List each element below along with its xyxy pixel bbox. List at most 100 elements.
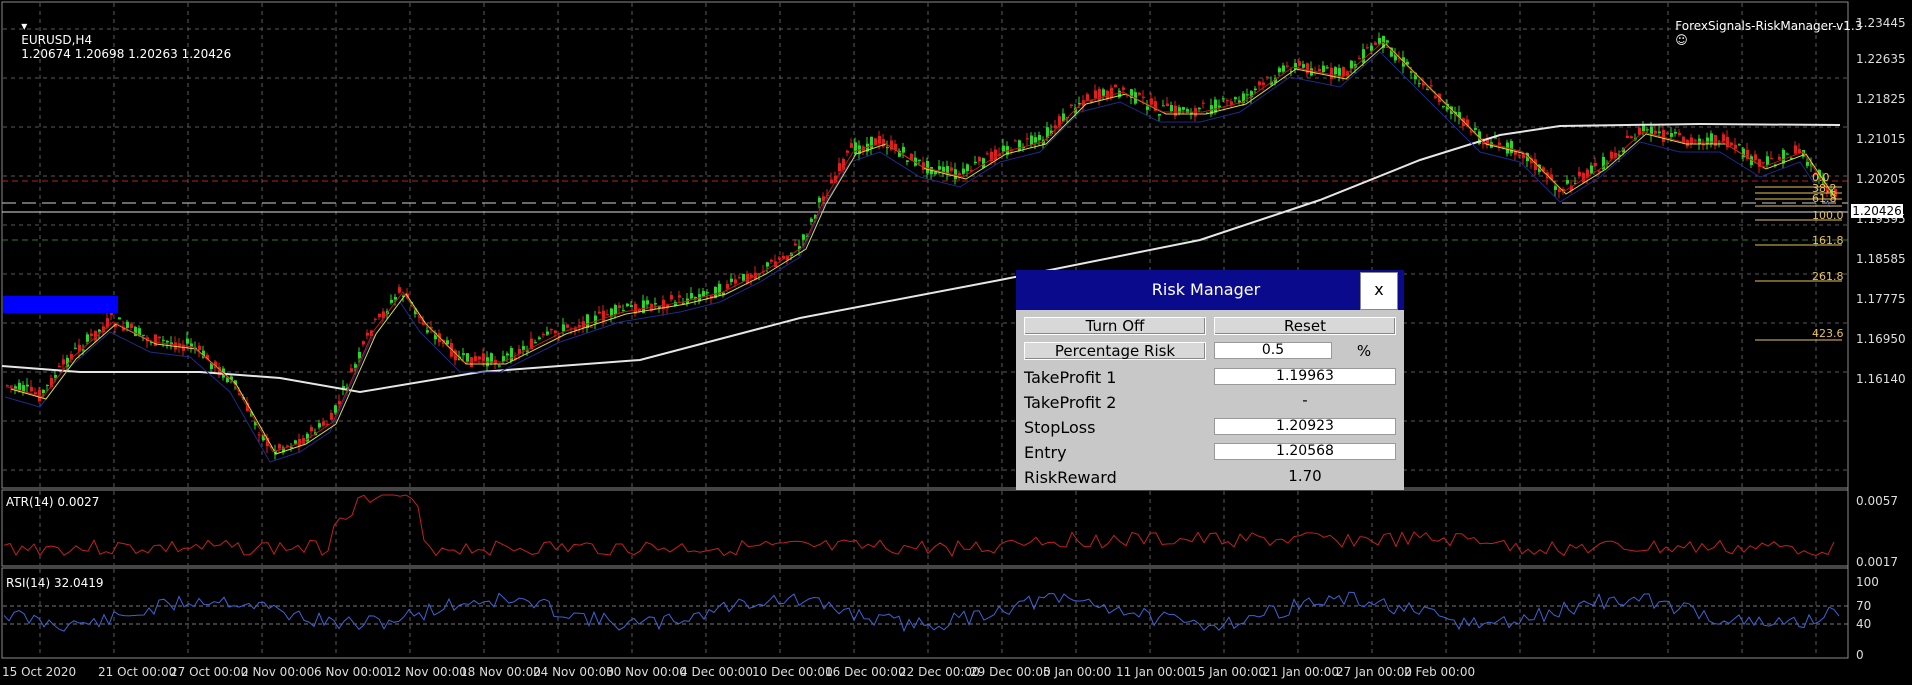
price-chart-canvas[interactable] (0, 0, 1912, 685)
candle-body (962, 168, 965, 174)
candle-body (954, 169, 957, 180)
candle-body (1202, 102, 1205, 104)
dropdown-triangle-icon[interactable]: ▾ (21, 19, 27, 33)
candle-body (478, 356, 481, 360)
candle-body (974, 161, 977, 164)
candle-body (1754, 154, 1757, 161)
candle-body (186, 338, 189, 344)
candle-body (1030, 135, 1033, 145)
takeprofit2-value: - (1302, 391, 1308, 409)
candle-body (1302, 64, 1305, 68)
candle-body (1442, 105, 1445, 107)
candle-body (1762, 162, 1765, 164)
current-price-tag: 1.20426 (1851, 204, 1903, 218)
candle-body (902, 146, 905, 153)
chart-window[interactable]: ▾ EURUSD,H4 1.20674 1.20698 1.20263 1.20… (0, 0, 1912, 685)
candle-body (766, 262, 769, 267)
candle-body (682, 302, 685, 304)
candle-body (1630, 136, 1633, 139)
candle-body (474, 356, 477, 361)
candle-body (1674, 131, 1677, 134)
date-label: 10 Dec 00:00 (752, 665, 833, 679)
candle-body (1014, 140, 1017, 142)
date-label: 11 Jan 00:00 (1116, 665, 1192, 679)
candle-body (462, 353, 465, 355)
candle-body (1578, 171, 1581, 177)
close-button[interactable]: x (1360, 272, 1398, 310)
candle-body (958, 173, 961, 176)
rsi-scale-40: 40 (1856, 617, 1872, 631)
percentage-risk-input[interactable]: 0.5 (1214, 342, 1332, 359)
risk-manager-titlebar[interactable]: Risk Manager x (1016, 270, 1404, 310)
candle-body (86, 334, 89, 342)
candle-body (162, 339, 165, 341)
candle-body (390, 299, 393, 303)
candle-body (1262, 82, 1265, 85)
ma-fast-yellow-line (10, 43, 1837, 455)
candle-body (1430, 85, 1433, 87)
candle-body (1298, 61, 1301, 66)
candle-body (1114, 84, 1117, 88)
candle-body (1122, 87, 1125, 90)
candle-body (850, 143, 853, 148)
price-scale-label: 1.21825 (1856, 92, 1906, 106)
rsi-scale-100: 100 (1856, 575, 1879, 589)
riskreward-value: 1.70 (1288, 467, 1322, 485)
candle-body (1378, 38, 1381, 44)
candle-body (310, 427, 313, 432)
candle-body (1286, 65, 1289, 67)
date-label: 12 Nov 00:00 (386, 665, 467, 679)
candle-body (1386, 40, 1389, 43)
candle-body (1166, 103, 1169, 107)
price-scale-label: 1.17775 (1856, 292, 1906, 306)
candle-body (1322, 65, 1325, 73)
candle-body (26, 384, 29, 387)
candle-body (362, 341, 365, 345)
date-label: 2 Feb 00:00 (1404, 665, 1476, 679)
candle-body (30, 386, 33, 392)
candle-body (734, 279, 737, 284)
candle-body (1474, 128, 1477, 130)
candle-body (98, 329, 101, 332)
stoploss-input[interactable]: 1.20923 (1214, 418, 1396, 435)
candle-body (1686, 140, 1689, 147)
candle-body (378, 313, 381, 317)
percentage-risk-button[interactable]: Percentage Risk (1024, 342, 1206, 360)
candle-body (1282, 65, 1285, 72)
candle-body (1138, 92, 1141, 95)
candle-body (706, 292, 709, 294)
candle-body (678, 295, 681, 298)
candle-body (358, 352, 361, 359)
candle-body (34, 392, 37, 394)
candle-body (490, 353, 493, 363)
candle-body (1518, 154, 1521, 156)
candle-body (1794, 145, 1797, 154)
candle-body (118, 317, 121, 320)
takeprofit1-input[interactable]: 1.19963 (1214, 368, 1396, 385)
symbol-header: ▾ EURUSD,H4 1.20674 1.20698 1.20263 1.20… (6, 5, 231, 75)
percent-sign: % (1356, 342, 1372, 360)
candle-body (1786, 153, 1789, 155)
candle-body (498, 365, 501, 367)
candle-body (1642, 125, 1645, 132)
candle-body (94, 330, 97, 341)
candle-body (294, 440, 297, 444)
entry-input[interactable]: 1.20568 (1214, 443, 1396, 460)
candle-body (1366, 47, 1369, 49)
candle-body (1226, 100, 1229, 102)
candle-body (622, 309, 625, 311)
candle-body (1034, 137, 1037, 143)
candle-body (1706, 137, 1709, 144)
candle-body (770, 259, 773, 262)
date-label: 15 Oct 2020 (2, 665, 77, 679)
candle-body (626, 303, 629, 307)
candle-body (1150, 98, 1153, 105)
candle-body (1738, 144, 1741, 146)
candle-body (1358, 58, 1361, 60)
atr-label: ATR(14) 0.0027 (6, 495, 100, 509)
date-label: 5 Jan 00:00 (1043, 665, 1112, 679)
reset-button[interactable]: Reset (1214, 317, 1396, 335)
candle-body (670, 295, 673, 300)
candle-body (742, 273, 745, 281)
turn-off-button[interactable]: Turn Off (1024, 317, 1206, 335)
